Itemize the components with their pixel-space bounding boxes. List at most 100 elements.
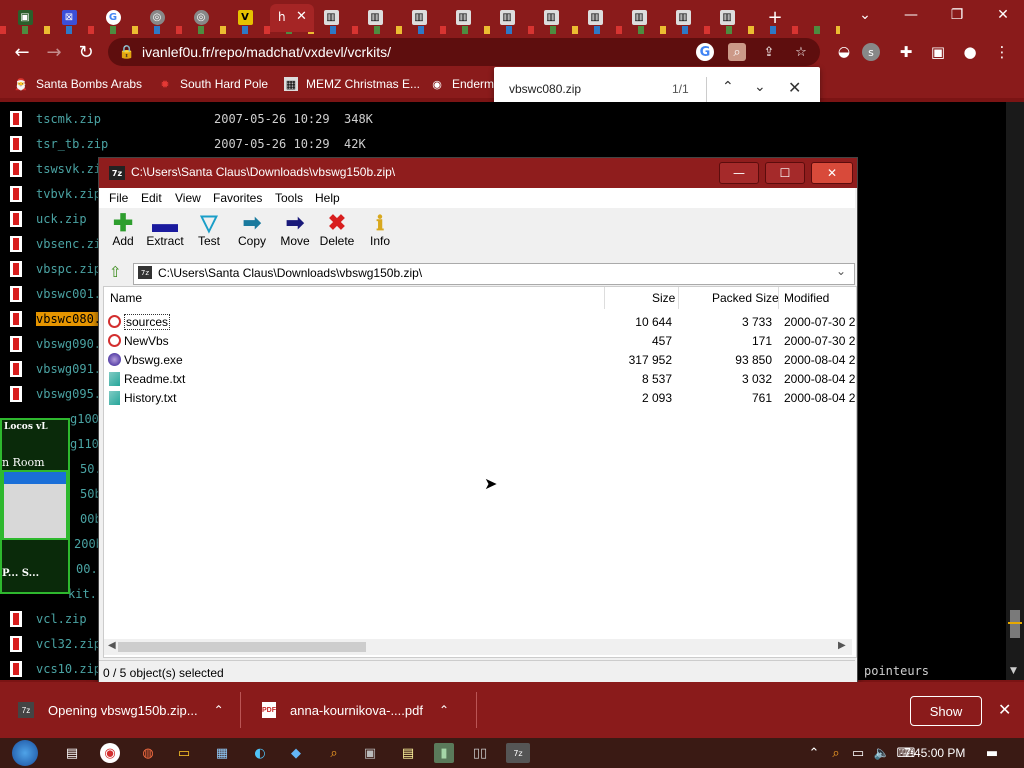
file-link[interactable]: tswsvk.zi — [36, 162, 101, 176]
notifications-icon[interactable]: ▬ — [982, 743, 1002, 763]
highlighted-file-link[interactable]: vbswc080. — [36, 312, 102, 326]
info-button[interactable]: ℹ Info — [358, 212, 402, 256]
tab-9[interactable]: ▥ — [364, 6, 386, 28]
tab-active[interactable]: h ✕ — [270, 4, 314, 32]
7zip-path-field[interactable]: 7z C:\Users\Santa Claus\Downloads\vbswg1… — [133, 263, 855, 285]
column-size[interactable]: Size — [652, 291, 675, 305]
tab-6[interactable]: V — [234, 6, 256, 28]
file-explorer-icon[interactable]: ▭ — [174, 743, 194, 763]
tab-14[interactable]: ▥ — [584, 6, 606, 28]
tab-10[interactable]: ▥ — [408, 6, 430, 28]
tab-12[interactable]: ▥ — [496, 6, 518, 28]
file-link[interactable]: uck.zip — [36, 212, 87, 226]
tab-2[interactable]: ⊠ — [58, 6, 80, 28]
bookmark-south-hard-pole[interactable]: ✹ South Hard Pole — [158, 76, 268, 92]
file-link[interactable]: tvbvk.zip — [36, 187, 101, 201]
path-dropdown-icon[interactable]: ⌄ — [836, 264, 846, 278]
bookmark-memz[interactable]: ▦ MEMZ Christmas E... — [284, 76, 420, 92]
delete-button[interactable]: ✖ Delete — [315, 210, 359, 256]
search-app-icon[interactable]: ⌕ — [324, 743, 344, 763]
extract-button[interactable]: ▬ Extract — [143, 208, 187, 256]
address-bar[interactable]: 🔒 ivanlef0u.fr/repo/madchat/vxdevl/vcrki… — [108, 38, 820, 66]
7zip-taskbar-icon[interactable]: 7z — [506, 743, 530, 763]
find-close-icon[interactable]: ✕ — [788, 78, 801, 97]
file-row[interactable]: Vbswg.exe 317 952 93 850 2000-08-04 2 — [104, 351, 855, 370]
horizontal-scroll-thumb[interactable] — [118, 642, 366, 652]
tab-5[interactable]: ◎ — [190, 6, 212, 28]
column-packed-size[interactable]: Packed Size — [712, 291, 779, 305]
back-arrow-icon[interactable]: ← — [10, 40, 34, 64]
menu-view[interactable]: View — [175, 191, 201, 205]
7zip-minimize-button[interactable]: — — [719, 162, 759, 184]
tab-8[interactable]: ▥ — [320, 6, 342, 28]
task-view-icon[interactable]: ▤ — [62, 743, 82, 763]
file-link[interactable]: vbsenc.zi — [36, 237, 101, 251]
menu-dots-icon[interactable]: ⋮ — [990, 40, 1014, 64]
test-button[interactable]: ▽ Test — [187, 210, 231, 256]
app-icon[interactable]: ◆ — [286, 743, 306, 763]
share-icon[interactable]: ⇪ — [760, 43, 778, 61]
profile-avatar-icon[interactable]: ● — [958, 40, 982, 64]
file-link[interactable]: vbswg091. — [36, 362, 101, 376]
page-scroll-thumb[interactable] — [1010, 610, 1020, 638]
file-link[interactable]: vbswg090. — [36, 337, 101, 351]
profile-s-icon[interactable]: s — [862, 43, 880, 61]
tab-search-button[interactable]: ⌄ — [842, 0, 888, 30]
edge-icon[interactable]: ◐ — [250, 743, 270, 763]
network-icon[interactable]: ▭ — [848, 743, 868, 763]
tab-3[interactable]: G — [102, 6, 124, 28]
bookmark-star-icon[interactable]: ☆ — [792, 43, 810, 61]
7zip-title-bar[interactable]: 7z C:\Users\Santa Claus\Downloads\vbswg1… — [99, 158, 857, 188]
7zip-maximize-button[interactable]: ☐ — [765, 162, 805, 184]
menu-file[interactable]: File — [109, 191, 128, 205]
extension-flag-icon[interactable]: ◒ — [832, 40, 856, 64]
locos-window[interactable]: Locos vL n Room P... S... — [0, 418, 70, 594]
volume-icon[interactable]: 🔈 — [872, 743, 892, 763]
bookmark-enderm[interactable]: ◉ Enderm — [430, 76, 494, 92]
firefox-icon[interactable]: ◍ — [138, 743, 158, 763]
notepad-icon[interactable]: ▮ — [434, 743, 454, 763]
file-link[interactable]: vbswc001. — [36, 287, 101, 301]
google-lens-icon[interactable]: G — [696, 43, 714, 61]
horizontal-scrollbar[interactable]: ◀ ▶ — [104, 639, 852, 655]
app-icon[interactable]: ▣ — [360, 743, 380, 763]
app-icon[interactable]: ▯▯ — [470, 743, 490, 763]
file-row[interactable]: Readme.txt 8 537 3 032 2000-08-04 2 — [104, 370, 855, 389]
scroll-right-icon[interactable]: ▶ — [838, 640, 846, 651]
download-item-7zip[interactable]: 7z Opening vbswg150b.zip... ⌃ — [18, 696, 224, 724]
app-icon[interactable]: ▤ — [398, 743, 418, 763]
scroll-left-icon[interactable]: ◀ — [108, 640, 116, 651]
add-button[interactable]: ✚ Add — [101, 210, 145, 256]
app-icon[interactable]: ▦ — [212, 743, 232, 763]
file-link[interactable]: vbspc.zip — [36, 262, 101, 276]
7zip-close-button[interactable]: ✕ — [811, 162, 853, 184]
close-window-button[interactable]: ✕ — [980, 0, 1024, 30]
tab-13[interactable]: ▥ — [540, 6, 562, 28]
menu-tools[interactable]: Tools — [275, 191, 303, 205]
find-input[interactable]: vbswc080.zip — [509, 82, 581, 96]
chevron-up-icon[interactable]: ⌃ — [214, 703, 224, 717]
column-modified[interactable]: Modified — [784, 291, 829, 305]
file-link[interactable]: vcs10.zip — [36, 662, 101, 676]
page-scrollbar[interactable]: ▼ — [1006, 102, 1024, 680]
tab-11[interactable]: ▥ — [452, 6, 474, 28]
show-all-downloads-button[interactable]: Show — [910, 696, 982, 726]
extensions-puzzle-icon[interactable]: ✚ — [894, 40, 918, 64]
file-link[interactable]: vcl.zip — [36, 612, 87, 626]
tab-17[interactable]: ▥ — [716, 6, 738, 28]
chrome-icon[interactable]: ◉ — [100, 743, 120, 763]
tab-16[interactable]: ▥ — [672, 6, 694, 28]
scroll-down-icon[interactable]: ▼ — [1010, 666, 1017, 676]
folder-up-icon[interactable]: ⇧ — [109, 263, 122, 281]
file-link[interactable]: vcl32.zip — [36, 637, 101, 651]
lock-icon[interactable]: 🔒 — [118, 43, 136, 61]
minimize-button[interactable]: — — [888, 0, 934, 30]
column-name[interactable]: Name — [110, 291, 142, 305]
file-row[interactable]: sources 10 644 3 733 2000-07-30 2 — [104, 313, 855, 332]
file-link[interactable]: vbswg095. — [36, 387, 101, 401]
side-panel-icon[interactable]: ▣ — [926, 40, 950, 64]
reload-icon[interactable]: ↻ — [74, 40, 98, 64]
menu-edit[interactable]: Edit — [141, 191, 162, 205]
tab-4[interactable]: ◎ — [146, 6, 168, 28]
tab-15[interactable]: ▥ — [628, 6, 650, 28]
